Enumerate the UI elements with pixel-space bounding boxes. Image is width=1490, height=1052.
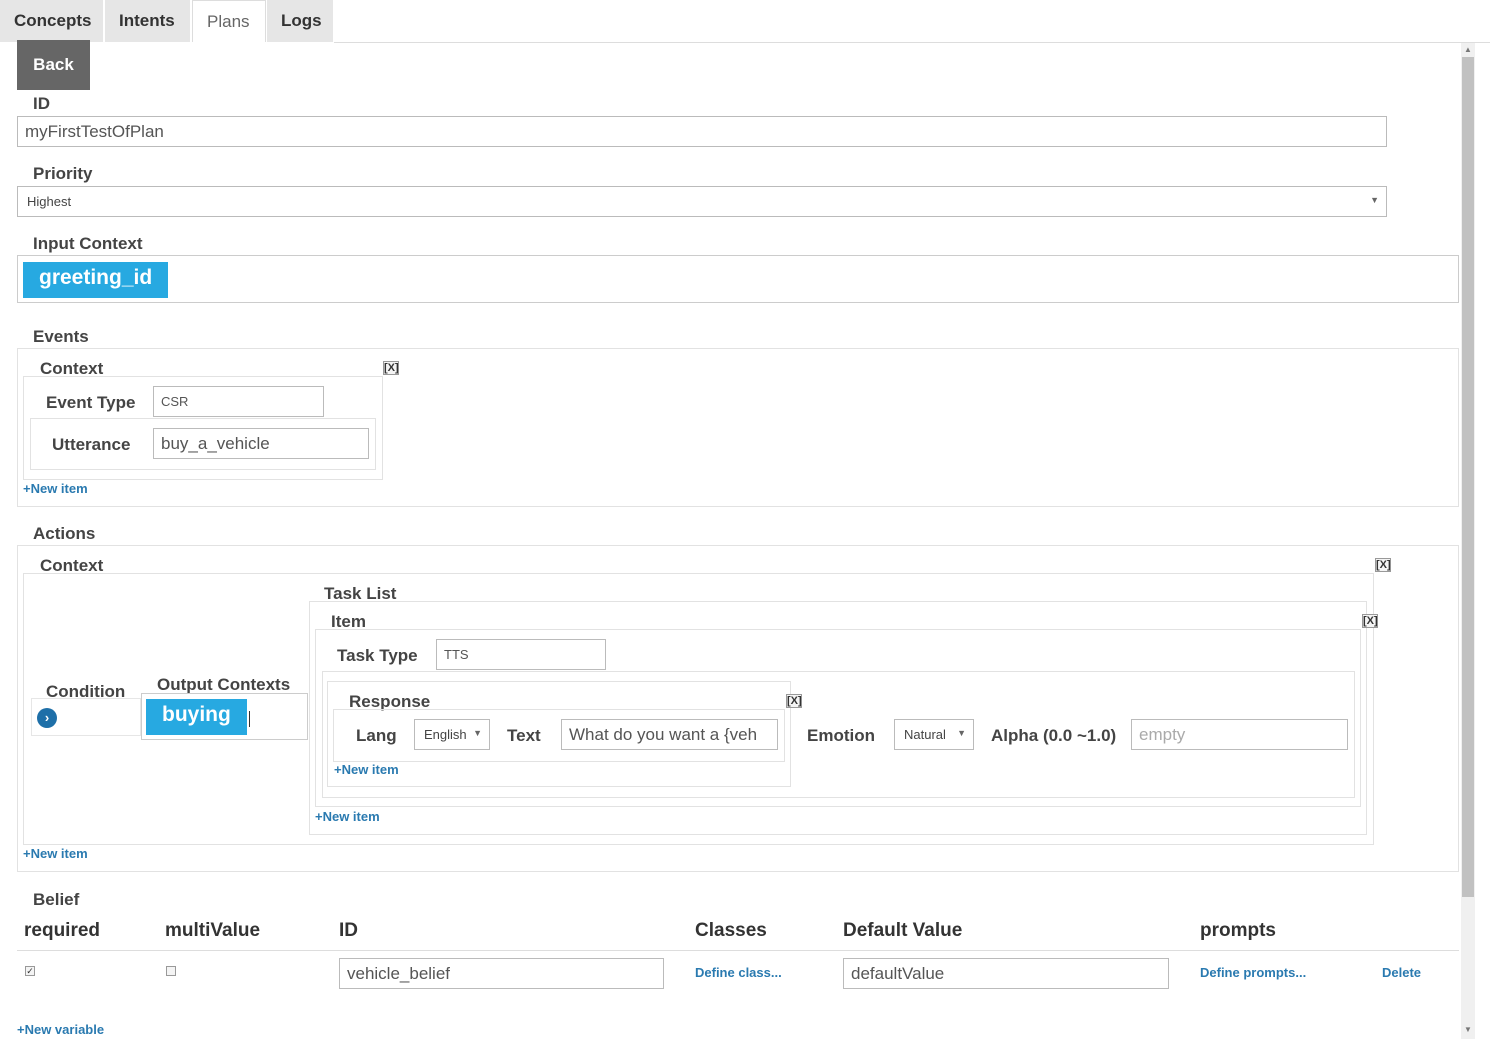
- task-type-input[interactable]: TTS: [436, 639, 606, 670]
- event-type-input[interactable]: CSR: [153, 386, 324, 417]
- events-label: Events: [33, 327, 89, 346]
- chevron-down-icon: ▼: [957, 728, 966, 738]
- default-value-input[interactable]: defaultValue: [843, 958, 1169, 989]
- lang-label: Lang: [356, 726, 397, 745]
- multivalue-checkbox[interactable]: [166, 966, 176, 976]
- scroll-up-icon[interactable]: ▲: [1461, 43, 1475, 57]
- tab-intents[interactable]: Intents: [105, 0, 191, 42]
- task-type-label: Task Type: [337, 646, 418, 665]
- response-remove-button[interactable]: [X]: [786, 694, 802, 708]
- lang-select[interactable]: English ▼: [414, 719, 490, 750]
- required-checkbox[interactable]: ✓: [25, 966, 35, 976]
- output-contexts-label: Output Contexts: [157, 675, 291, 694]
- header-default-value: Default Value: [843, 920, 963, 941]
- header-id: ID: [339, 920, 358, 941]
- tab-plans[interactable]: Plans: [192, 0, 266, 42]
- utterance-input[interactable]: buy_a_vehicle: [153, 428, 369, 459]
- output-contexts-field[interactable]: buying: [141, 693, 308, 740]
- condition-box: ›: [31, 698, 141, 736]
- emotion-value: Natural: [904, 727, 946, 742]
- header-classes: Classes: [695, 920, 767, 941]
- text-cursor: [249, 711, 250, 727]
- scrollbar-track[interactable]: ▲ ▼: [1461, 43, 1475, 1039]
- response-new-item-link[interactable]: +New item: [334, 762, 399, 777]
- input-context-chip[interactable]: greeting_id: [23, 262, 169, 298]
- belief-id-input[interactable]: vehicle_belief: [339, 958, 664, 989]
- tab-concepts[interactable]: Concepts: [0, 0, 104, 42]
- priority-value: Highest: [27, 194, 72, 209]
- plan-id-input[interactable]: myFirstTestOfPlan: [17, 116, 1387, 147]
- emotion-select[interactable]: Natural ▼: [894, 719, 974, 750]
- utterance-label: Utterance: [52, 435, 131, 454]
- text-label: Text: [507, 726, 541, 745]
- event-type-label: Event Type: [46, 393, 136, 412]
- actions-remove-button[interactable]: [X]: [1375, 558, 1391, 572]
- header-required: required: [24, 920, 101, 941]
- input-context-field[interactable]: greeting_id: [17, 255, 1459, 303]
- response-text-input[interactable]: What do you want a {veh: [561, 719, 778, 750]
- events-remove-button[interactable]: [X]: [383, 361, 399, 375]
- header-multivalue: multiValue: [165, 920, 261, 941]
- define-class-link[interactable]: Define class...: [695, 965, 782, 980]
- actions-new-item-link[interactable]: +New item: [23, 846, 88, 861]
- emotion-label: Emotion: [807, 726, 875, 745]
- priority-select[interactable]: Highest ▼: [17, 186, 1387, 217]
- task-new-item-link[interactable]: +New item: [315, 809, 380, 824]
- table-divider: [17, 950, 1459, 951]
- scrollbar-thumb[interactable]: [1462, 57, 1474, 897]
- scroll-down-icon[interactable]: ▼: [1461, 1023, 1475, 1037]
- output-context-chip[interactable]: buying: [146, 699, 247, 735]
- back-button[interactable]: Back: [17, 40, 90, 90]
- tab-logs[interactable]: Logs: [267, 0, 334, 42]
- new-variable-link[interactable]: +New variable: [17, 1022, 104, 1037]
- alpha-label: Alpha (0.0 ~1.0): [991, 726, 1117, 745]
- tab-divider: [334, 42, 1490, 43]
- events-new-item-link[interactable]: +New item: [23, 481, 88, 496]
- belief-label: Belief: [33, 890, 80, 909]
- delete-link[interactable]: Delete: [1382, 965, 1421, 980]
- lang-value: English: [424, 727, 467, 742]
- input-context-label: Input Context: [33, 234, 143, 253]
- id-label: ID: [33, 94, 50, 113]
- header-prompts: prompts: [1200, 920, 1276, 941]
- actions-label: Actions: [33, 524, 96, 543]
- alpha-input[interactable]: empty: [1131, 719, 1348, 750]
- expand-arrow-icon[interactable]: ›: [37, 708, 57, 728]
- define-prompts-link[interactable]: Define prompts...: [1200, 965, 1306, 980]
- chevron-down-icon: ▼: [473, 728, 482, 738]
- item-remove-button[interactable]: [X]: [1362, 614, 1378, 628]
- priority-label: Priority: [33, 164, 93, 183]
- chevron-down-icon: ▼: [1370, 195, 1379, 205]
